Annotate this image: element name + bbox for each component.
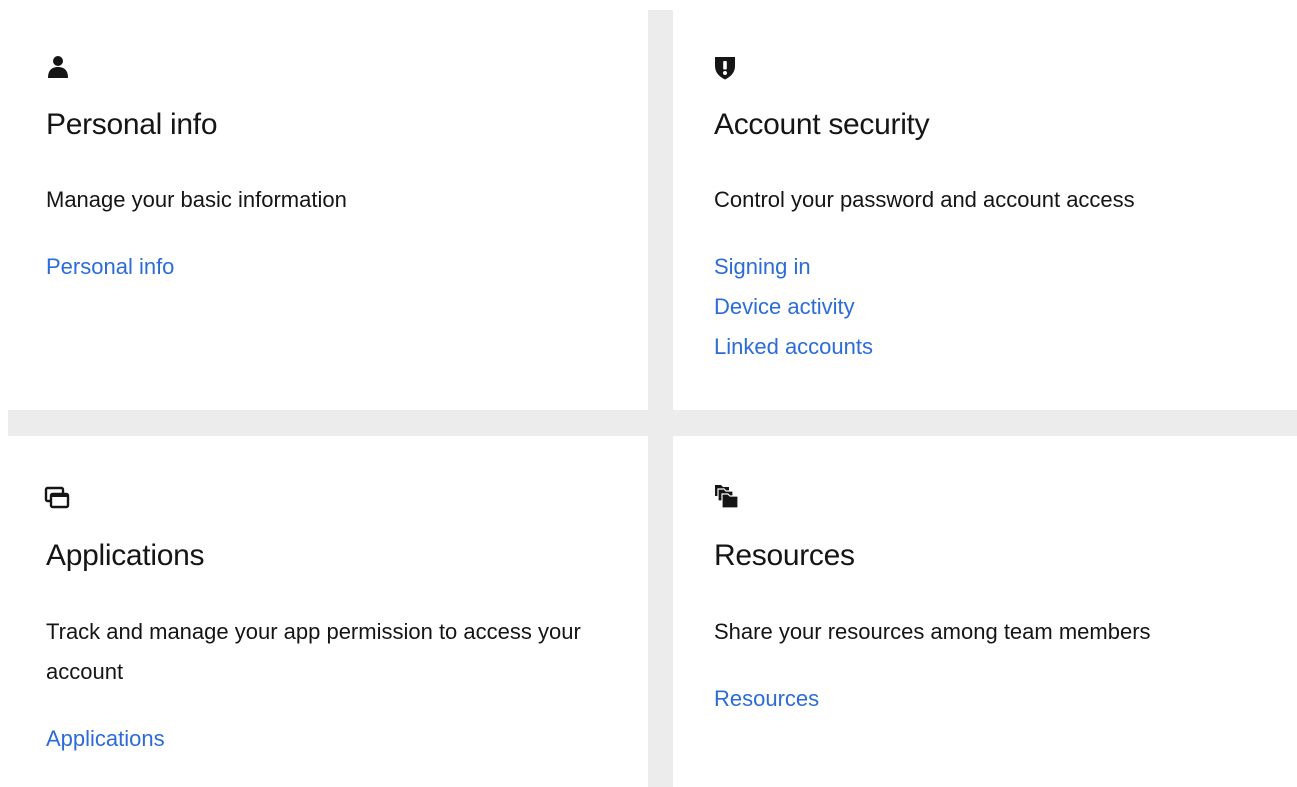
card-description: Control your password and account access <box>714 187 1135 212</box>
card-description: Track and manage your app permission to … <box>46 619 581 684</box>
linked-accounts-link[interactable]: Linked accounts <box>714 334 873 359</box>
applications-card: Applications Track and manage your app p… <box>8 436 648 787</box>
card-title: Resources <box>714 539 855 572</box>
card-links: Personal info <box>46 247 174 287</box>
card-description: Manage your basic information <box>46 187 347 212</box>
grid-gutter-horizontal <box>8 410 1297 436</box>
card-description: Share your resources among team members <box>714 619 1151 644</box>
card-title: Applications <box>46 539 205 572</box>
card-title: Personal info <box>46 108 218 141</box>
signing-in-link[interactable]: Signing in <box>714 254 811 279</box>
user-icon <box>46 54 70 78</box>
device-activity-link[interactable]: Device activity <box>714 294 855 319</box>
card-links: Resources <box>714 679 819 719</box>
resources-link[interactable]: Resources <box>714 686 819 711</box>
stacked-folders-icon <box>714 484 739 509</box>
account-security-card: Account security Control your password a… <box>673 10 1297 410</box>
applications-window-icon <box>44 486 70 510</box>
resources-card: Resources Share your resources among tea… <box>673 436 1297 787</box>
personal-info-link[interactable]: Personal info <box>46 254 174 279</box>
card-title: Account security <box>714 108 930 141</box>
grid-gutter-vertical <box>648 10 673 787</box>
card-links: Signing in Device activity Linked accoun… <box>714 247 873 367</box>
applications-link[interactable]: Applications <box>46 726 165 751</box>
personal-info-card: Personal info Manage your basic informat… <box>8 10 648 410</box>
card-links: Applications <box>46 719 165 759</box>
shield-alert-icon <box>714 56 738 80</box>
